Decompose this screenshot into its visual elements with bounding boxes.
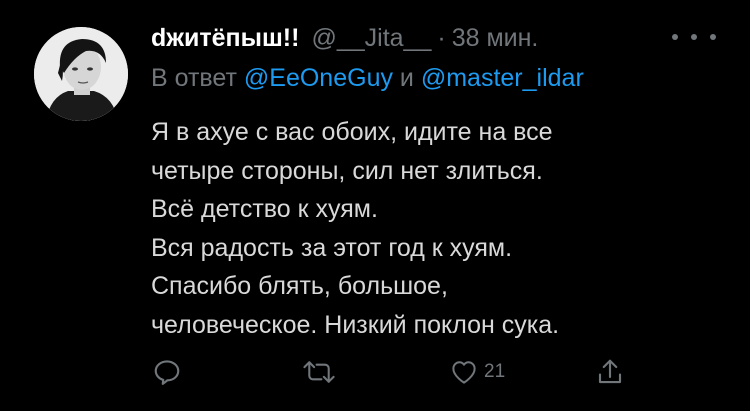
reply-context: В ответ @EeOneGuy и @master_ildar [151, 64, 584, 93]
like-count: 21 [484, 361, 506, 382]
mention-link-1[interactable]: @EeOneGuy [244, 64, 393, 92]
tweet-text-line: Всё детство к хуям. [151, 195, 378, 223]
tweet-text-line: Я в ахуе с вас обоих, идите на все [151, 118, 553, 146]
more-options-icon[interactable] [672, 27, 716, 47]
more-dot [710, 34, 716, 40]
author-name[interactable]: ԁжитёпыш!! [151, 24, 299, 53]
like-icon [448, 357, 480, 387]
retweet-icon [302, 357, 336, 387]
more-dot [672, 34, 678, 40]
mention-link-2[interactable]: @master_ildar [421, 64, 584, 92]
share-button[interactable] [595, 352, 625, 392]
separator-dot: · [437, 24, 446, 52]
author-handle[interactable]: @__Jita__ [311, 24, 431, 53]
reply-button[interactable] [152, 352, 182, 392]
retweet-button[interactable] [302, 352, 336, 392]
like-button[interactable]: 21 [448, 352, 505, 392]
more-dot [691, 34, 697, 40]
tweet-text-line: Спасибо блять, большое, [151, 272, 448, 300]
tweet-text: Я в ахуе с вас обоих, идите на все четыр… [151, 113, 559, 344]
tweet-header: ԁжитёпыш!! @__Jita__ · 38 мин. [151, 24, 538, 58]
tweet[interactable]: ԁжитёпыш!! @__Jita__ · 38 мин. В ответ @… [0, 0, 750, 411]
tweet-text-line: человеческое. Низкий поклон сука. [151, 310, 560, 339]
tweet-text-line: Вся радость за этот год к хуям. [151, 233, 513, 262]
tweet-text-line: четыре стороны, сил нет злиться. [151, 156, 543, 185]
share-icon [595, 357, 625, 387]
timestamp[interactable]: 38 мин. [452, 24, 539, 53]
reply-conjunction: и [399, 64, 414, 92]
reply-icon [152, 357, 182, 387]
action-bar: 21 [150, 352, 630, 392]
avatar[interactable] [34, 27, 128, 121]
reply-prefix: В ответ [151, 64, 237, 92]
